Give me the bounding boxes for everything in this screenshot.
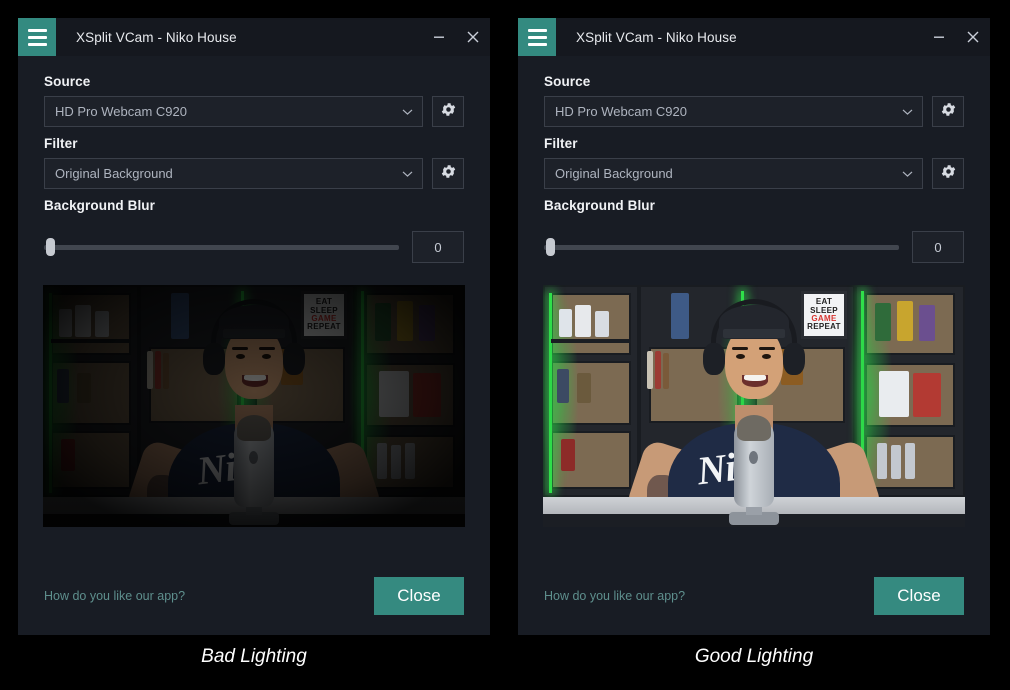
filter-label: Filter (44, 136, 464, 151)
source-label: Source (44, 74, 464, 89)
gear-icon (440, 101, 457, 123)
source-row: HD Pro Webcam C920 (44, 96, 464, 127)
webcam-preview-good-lighting: EAT SLEEP GAME REPEAT Niko (543, 285, 965, 527)
background-blur-slider[interactable] (44, 235, 399, 259)
slider-thumb[interactable] (546, 238, 555, 256)
hamburger-menu-icon[interactable] (18, 18, 56, 56)
minimize-icon[interactable] (922, 18, 956, 56)
eye-left (736, 354, 745, 359)
window-footer: How do you like our app? Close (18, 577, 490, 635)
source-settings-button[interactable] (432, 96, 464, 127)
microphone-grille (237, 415, 271, 441)
slider-thumb[interactable] (46, 238, 55, 256)
window-body: Source HD Pro Webcam C920 Filter Orig (18, 56, 490, 577)
title-bar: XSplit VCam - Niko House (518, 18, 990, 56)
teeth (244, 375, 266, 381)
chevron-down-icon (902, 170, 913, 177)
gear-icon (940, 101, 957, 123)
feedback-link[interactable]: How do you like our app? (544, 589, 685, 603)
webcam-preview-bad-lighting: EAT SLEEP GAME REPEAT Niko (43, 285, 465, 527)
filter-select[interactable]: Original Background (44, 158, 423, 189)
preview-scene: EAT SLEEP GAME REPEAT Niko (543, 285, 965, 527)
headphone-earcup-left (203, 343, 225, 375)
headphone-earcup-left (703, 343, 725, 375)
chevron-down-icon (902, 108, 913, 115)
background-blur-label: Background Blur (544, 198, 964, 213)
preview-scene: EAT SLEEP GAME REPEAT Niko (43, 285, 465, 527)
background-blur-value[interactable]: 0 (412, 231, 464, 263)
caption-bad-lighting: Bad Lighting (18, 646, 490, 668)
eyebrow-left (732, 347, 748, 350)
close-button[interactable]: Close (374, 577, 464, 615)
background-blur-label: Background Blur (44, 198, 464, 213)
window-title: XSplit VCam - Niko House (576, 30, 737, 45)
gear-icon (440, 163, 457, 185)
window-controls (922, 18, 990, 56)
headphone-earcup-right (283, 343, 305, 375)
filter-select-value: Original Background (55, 166, 173, 181)
teeth (744, 375, 766, 381)
filter-label: Filter (544, 136, 964, 151)
slider-track (544, 245, 899, 250)
microphone-knob (749, 451, 758, 464)
filter-settings-button[interactable] (432, 158, 464, 189)
close-button[interactable]: Close (874, 577, 964, 615)
filter-select[interactable]: Original Background (544, 158, 923, 189)
vcam-window-good-lighting: XSplit VCam - Niko House Source HD Pro W… (518, 18, 990, 635)
source-settings-button[interactable] (932, 96, 964, 127)
filter-settings-button[interactable] (932, 158, 964, 189)
source-select[interactable]: HD Pro Webcam C920 (544, 96, 923, 127)
eye-right (762, 354, 771, 359)
source-select-value: HD Pro Webcam C920 (555, 104, 687, 119)
close-icon[interactable] (956, 18, 990, 56)
chevron-down-icon (402, 170, 413, 177)
cap-band (723, 329, 785, 338)
window-title: XSplit VCam - Niko House (76, 30, 237, 45)
slider-track (44, 245, 399, 250)
filter-row: Original Background (44, 158, 464, 189)
microphone-grille (737, 415, 771, 441)
eyebrow-right (759, 347, 775, 350)
source-select[interactable]: HD Pro Webcam C920 (44, 96, 423, 127)
eyebrow-left (232, 347, 248, 350)
feedback-link[interactable]: How do you like our app? (44, 589, 185, 603)
filter-select-value: Original Background (555, 166, 673, 181)
background-blur-value[interactable]: 0 (912, 231, 964, 263)
source-row: HD Pro Webcam C920 (544, 96, 964, 127)
minimize-icon[interactable] (422, 18, 456, 56)
window-body: Source HD Pro Webcam C920 Filter Orig (518, 56, 990, 577)
microphone-knob (249, 451, 258, 464)
eyebrow-right (259, 347, 275, 350)
screenshot-stage: XSplit VCam - Niko House Source HD Pro W… (0, 0, 1010, 690)
source-label: Source (544, 74, 964, 89)
background-blur-slider[interactable] (544, 235, 899, 259)
background-blur-row: 0 (544, 231, 964, 263)
background-blur-row: 0 (44, 231, 464, 263)
hamburger-menu-icon[interactable] (518, 18, 556, 56)
close-icon[interactable] (456, 18, 490, 56)
eye-right (262, 354, 271, 359)
source-select-value: HD Pro Webcam C920 (55, 104, 187, 119)
chevron-down-icon (402, 108, 413, 115)
filter-row: Original Background (544, 158, 964, 189)
window-footer: How do you like our app? Close (518, 577, 990, 635)
gear-icon (940, 163, 957, 185)
window-controls (422, 18, 490, 56)
cap-band (223, 329, 285, 338)
eye-left (236, 354, 245, 359)
headphone-earcup-right (783, 343, 805, 375)
vcam-window-bad-lighting: XSplit VCam - Niko House Source HD Pro W… (18, 18, 490, 635)
caption-good-lighting: Good Lighting (518, 646, 990, 668)
title-bar: XSplit VCam - Niko House (18, 18, 490, 56)
